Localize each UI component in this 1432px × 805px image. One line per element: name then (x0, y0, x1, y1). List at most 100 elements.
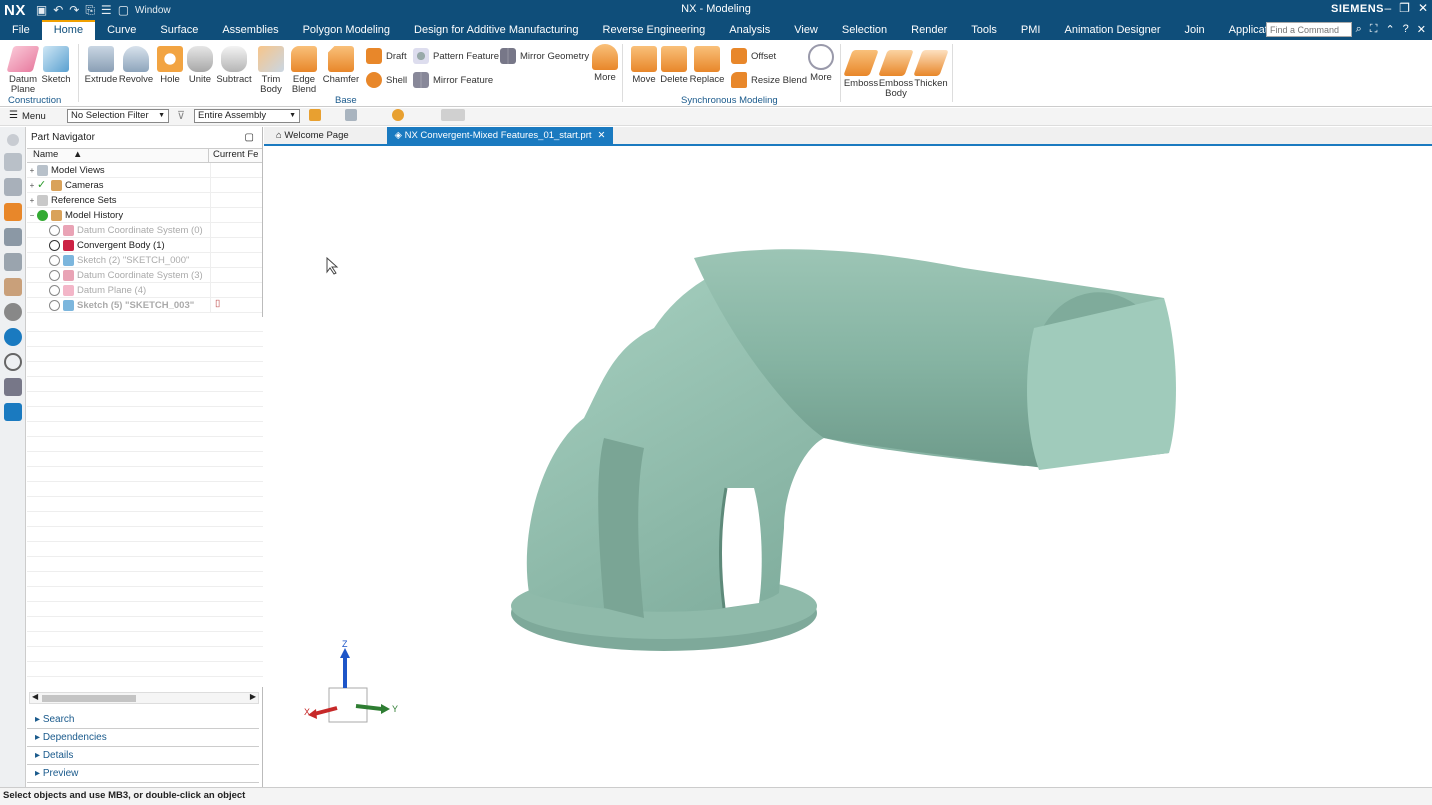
visibility-eye-icon[interactable] (49, 254, 60, 266)
graphics-window[interactable]: Z X Y (264, 148, 1432, 787)
navigator-horizontal-scrollbar[interactable]: ◀ ▶ (29, 692, 259, 704)
mirror-feature-button[interactable]: Mirror Feature (413, 72, 493, 88)
maximize-panel-icon[interactable]: ▢ (245, 127, 254, 149)
minimize-icon[interactable]: – (1384, 1, 1391, 15)
tab-design-for-am[interactable]: Design for Additive Manufacturing (402, 20, 590, 40)
tree-node-feature[interactable]: Convergent Body (1) (27, 238, 262, 253)
copy-icon[interactable]: ⎘ (85, 3, 95, 18)
menu-button[interactable]: Menu (22, 111, 46, 122)
offset-button[interactable]: Offset (731, 48, 776, 64)
pattern-feature-button[interactable]: Pattern Feature (413, 48, 499, 64)
expand-icon[interactable]: + (27, 196, 37, 205)
save-icon[interactable]: ▣ (36, 3, 47, 17)
tree-node-feature[interactable]: Datum Plane (4) (27, 283, 262, 298)
column-current-feature[interactable]: Current Fe (209, 149, 258, 162)
select-body-icon[interactable] (441, 109, 465, 121)
collapse-icon[interactable]: ⌃ (1385, 23, 1394, 36)
web-browser-icon[interactable] (3, 278, 22, 296)
emboss-button[interactable]: Emboss (843, 50, 879, 89)
accordion-search[interactable]: ▸ Search (27, 711, 259, 729)
revolve-button[interactable]: Revolve (119, 46, 153, 85)
search-icon[interactable]: ⌕ (1356, 23, 1362, 36)
tree-node-feature[interactable]: Sketch (2) "SKETCH_000" (27, 253, 262, 268)
close-icon[interactable]: ✕ (1418, 1, 1428, 15)
tree-node-reference-sets[interactable]: + Reference Sets (27, 193, 262, 208)
assembly-navigator-icon[interactable] (3, 153, 22, 171)
tab-join[interactable]: Join (1172, 20, 1216, 40)
tab-pmi[interactable]: PMI (1009, 20, 1053, 40)
datum-plane-button[interactable]: Datum Plane (6, 46, 40, 95)
selection-filter-dropdown[interactable]: No Selection Filter ▼ (67, 109, 169, 123)
edge-blend-button[interactable]: Edge Blend (289, 46, 319, 95)
sketch-button[interactable]: Sketch (41, 46, 71, 85)
visibility-eye-icon[interactable] (49, 299, 60, 311)
visibility-eye-icon[interactable] (49, 224, 60, 236)
tab-curve[interactable]: Curve (95, 20, 148, 40)
draft-button[interactable]: Draft (366, 48, 407, 64)
scrollbar-thumb[interactable] (42, 695, 136, 702)
touch-mode-icon[interactable]: ☰ (101, 3, 112, 17)
tab-tools[interactable]: Tools (959, 20, 1009, 40)
snap-point-icon[interactable] (392, 109, 404, 121)
expand-icon[interactable]: + (27, 181, 37, 190)
history-icon[interactable] (3, 303, 22, 321)
gear-icon[interactable] (6, 134, 19, 146)
system-scenes-icon[interactable] (3, 403, 22, 421)
tab-polygon-modeling[interactable]: Polygon Modeling (291, 20, 402, 40)
menu-icon[interactable]: ☰ (9, 110, 18, 121)
find-command-input[interactable] (1266, 22, 1352, 37)
undo-icon[interactable]: ↶ (53, 3, 63, 17)
visibility-eye-icon[interactable] (49, 269, 60, 281)
trim-body-button[interactable]: Trim Body (256, 46, 286, 95)
tab-analysis[interactable]: Analysis (717, 20, 782, 40)
constraint-navigator-icon[interactable] (3, 178, 22, 196)
tab-reverse-engineering[interactable]: Reverse Engineering (591, 20, 718, 40)
shell-button[interactable]: Shell (366, 72, 407, 88)
emboss-body-button[interactable]: Emboss Body (878, 50, 914, 99)
close-part-icon[interactable]: ✕ (1417, 23, 1426, 36)
reuse-library-icon[interactable] (3, 228, 22, 246)
clock-icon[interactable] (3, 353, 22, 371)
move-button[interactable]: Move (630, 46, 658, 85)
fullscreen-icon[interactable]: ⛶ (1370, 23, 1378, 36)
tree-node-model-history[interactable]: − Model History (27, 208, 262, 223)
tab-home[interactable]: Home (41, 20, 96, 40)
view-triad[interactable] (308, 648, 390, 723)
delete-button[interactable]: Delete (660, 46, 688, 85)
unite-button[interactable]: Unite (187, 46, 213, 85)
globe-icon[interactable] (3, 328, 22, 346)
tab-selection[interactable]: Selection (830, 20, 899, 40)
restore-icon[interactable]: ❐ (1399, 1, 1410, 15)
tree-node-feature[interactable]: Datum Coordinate System (0) (27, 223, 262, 238)
hole-button[interactable]: Hole (157, 46, 183, 85)
tab-welcome-page[interactable]: ⌂ Welcome Page (268, 127, 357, 144)
tab-active-part[interactable]: ◈ NX Convergent-Mixed Features_01_start.… (386, 127, 614, 144)
chamfer-button[interactable]: Chamfer (323, 46, 359, 85)
select-faces-icon[interactable] (345, 109, 357, 121)
subtract-button[interactable]: Subtract (216, 46, 252, 85)
tree-node-cameras[interactable]: + ✓ Cameras (27, 178, 262, 193)
selection-scope-dropdown[interactable]: Entire Assembly ▼ (194, 109, 300, 123)
tab-surface[interactable]: Surface (148, 20, 210, 40)
window-menu[interactable]: Window (135, 5, 171, 16)
select-features-icon[interactable] (309, 109, 321, 121)
convergent-part-model[interactable] (511, 249, 1183, 651)
tab-view[interactable]: View (782, 20, 830, 40)
tree-node-model-views[interactable]: + Model Views (27, 163, 262, 178)
scroll-left-icon[interactable]: ◀ (32, 692, 38, 701)
visibility-eye-icon[interactable] (49, 239, 60, 251)
window-icon[interactable]: ▢ (118, 3, 129, 17)
filter-icon[interactable]: ⊽ (177, 109, 185, 122)
accordion-dependencies[interactable]: ▸ Dependencies (27, 729, 259, 747)
tab-render[interactable]: Render (899, 20, 959, 40)
expand-icon[interactable]: + (27, 166, 37, 175)
tab-animation-designer[interactable]: Animation Designer (1052, 20, 1172, 40)
close-tab-icon[interactable]: ✕ (598, 130, 606, 141)
tree-node-feature[interactable]: Datum Coordinate System (3) (27, 268, 262, 283)
hd3d-tools-icon[interactable] (3, 253, 22, 271)
help-icon[interactable]: ? (1403, 23, 1409, 36)
roles-icon[interactable] (3, 378, 22, 396)
accordion-details[interactable]: ▸ Details (27, 747, 259, 765)
thicken-button[interactable]: Thicken (913, 50, 949, 89)
collapse-icon[interactable]: − (27, 211, 37, 220)
